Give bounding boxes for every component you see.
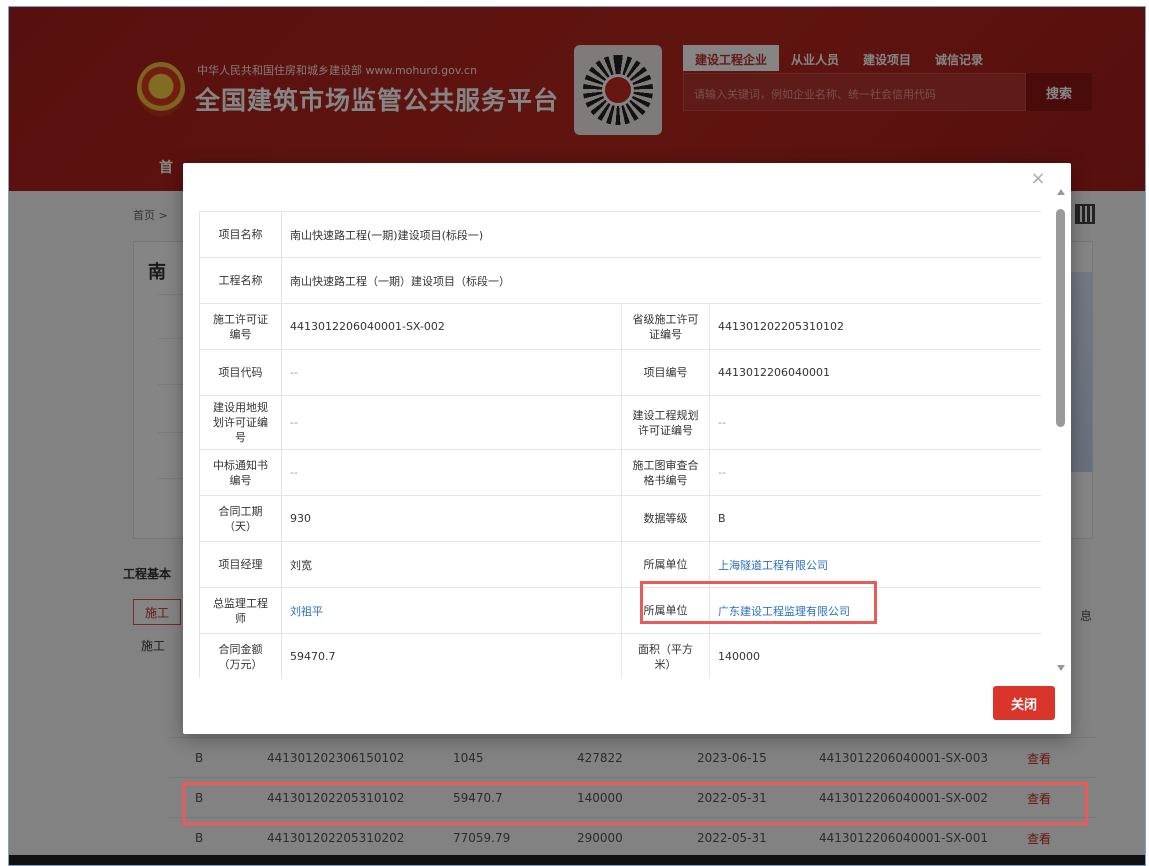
table-row: 施工许可证编号 4413012206040001-SX-002 省级施工许可证编… — [199, 303, 1041, 350]
project-name-label: 项目名称 — [199, 211, 282, 258]
proj-code-label: 项目代码 — [199, 349, 282, 396]
prov-permit-label: 省级施工许可证编号 — [621, 303, 710, 350]
table-row: 中标通知书编号 -- 施工图审查合格书编号 -- — [199, 449, 1041, 496]
table-row: 合同工期（天） 930 数据等级 B — [199, 495, 1041, 542]
bid-notice-label: 中标通知书编号 — [199, 449, 282, 496]
proj-no-value: 4413012206040001 — [708, 349, 1041, 396]
close-icon[interactable]: × — [1028, 169, 1048, 189]
drawing-review-value: -- — [708, 449, 1041, 496]
table-row: 项目经理 刘宽 所属单位 上海隧道工程有限公司 — [199, 541, 1041, 588]
proj-code-value: -- — [281, 349, 622, 396]
data-grade-label: 数据等级 — [621, 495, 710, 542]
contract-amount-value: 59470.7 — [281, 633, 622, 678]
close-button[interactable]: 关闭 — [993, 686, 1055, 720]
pm-label: 项目经理 — [199, 541, 282, 588]
eng-name-value: 南山快速路工程（一期）建设项目（标段一） — [280, 257, 1041, 304]
eng-plan-label: 建设工程规划许可证编号 — [621, 395, 710, 450]
table-row: 项目名称 南山快速路工程(一期)建设项目(标段一) — [199, 211, 1041, 258]
table-row: 项目代码 -- 项目编号 4413012206040001 — [199, 349, 1041, 396]
detail-table: 项目名称 南山快速路工程(一期)建设项目(标段一) 工程名称 南山快速路工程（一… — [199, 211, 1041, 678]
highlight-box-unit — [640, 581, 877, 624]
project-detail-modal: × 项目名称 南山快速路工程(一期)建设项目(标段一) 工程名称 南山快速路工程… — [183, 163, 1071, 734]
highlight-box-row — [182, 782, 1088, 825]
permit-no-value: 4413012206040001-SX-002 — [281, 303, 622, 350]
land-plan-label: 建设用地规划许可证编号 — [199, 395, 282, 450]
scroll-up-icon[interactable] — [1057, 189, 1065, 195]
contract-amount-label: 合同金额（万元） — [199, 633, 282, 678]
scroll-thumb[interactable] — [1056, 209, 1065, 427]
permit-no-label: 施工许可证编号 — [199, 303, 282, 350]
drawing-review-label: 施工图审查合格书编号 — [621, 449, 710, 496]
table-row: 总监理工程师 刘祖平 所属单位 广东建设工程监理有限公司 — [199, 587, 1041, 634]
browser-page: 中华人民共和国住房和城乡建设部 www.mohurd.gov.cn 全国建筑市场… — [8, 6, 1146, 866]
proj-no-label: 项目编号 — [621, 349, 710, 396]
pm-value: 刘宽 — [281, 541, 622, 588]
prov-permit-value: 441301202205310102 — [708, 303, 1041, 350]
area-value: 140000 — [708, 633, 1041, 678]
supervisor-link[interactable]: 刘祖平 — [290, 605, 323, 618]
data-grade-value: B — [708, 495, 1041, 542]
table-row: 合同金额（万元） 59470.7 面积（平方米） 140000 — [199, 633, 1041, 678]
project-name-value: 南山快速路工程(一期)建设项目(标段一) — [280, 211, 1041, 258]
supervisor-label: 总监理工程师 — [199, 587, 282, 634]
bid-notice-value: -- — [281, 449, 622, 496]
eng-name-label: 工程名称 — [199, 257, 282, 304]
table-row: 建设用地规划许可证编号 -- 建设工程规划许可证编号 -- — [199, 395, 1041, 450]
pm-unit-link[interactable]: 上海隧道工程有限公司 — [718, 559, 828, 572]
eng-plan-value: -- — [708, 395, 1041, 450]
modal-scrollbar[interactable] — [1055, 189, 1067, 679]
detail-scroll-area[interactable]: 项目名称 南山快速路工程(一期)建设项目(标段一) 工程名称 南山快速路工程（一… — [199, 211, 1041, 678]
area-label: 面积（平方米） — [621, 633, 710, 678]
table-row: 工程名称 南山快速路工程（一期）建设项目（标段一） — [199, 257, 1041, 304]
contract-period-label: 合同工期（天） — [199, 495, 282, 542]
contract-period-value: 930 — [281, 495, 622, 542]
scroll-down-icon[interactable] — [1057, 665, 1065, 671]
land-plan-value: -- — [281, 395, 622, 450]
